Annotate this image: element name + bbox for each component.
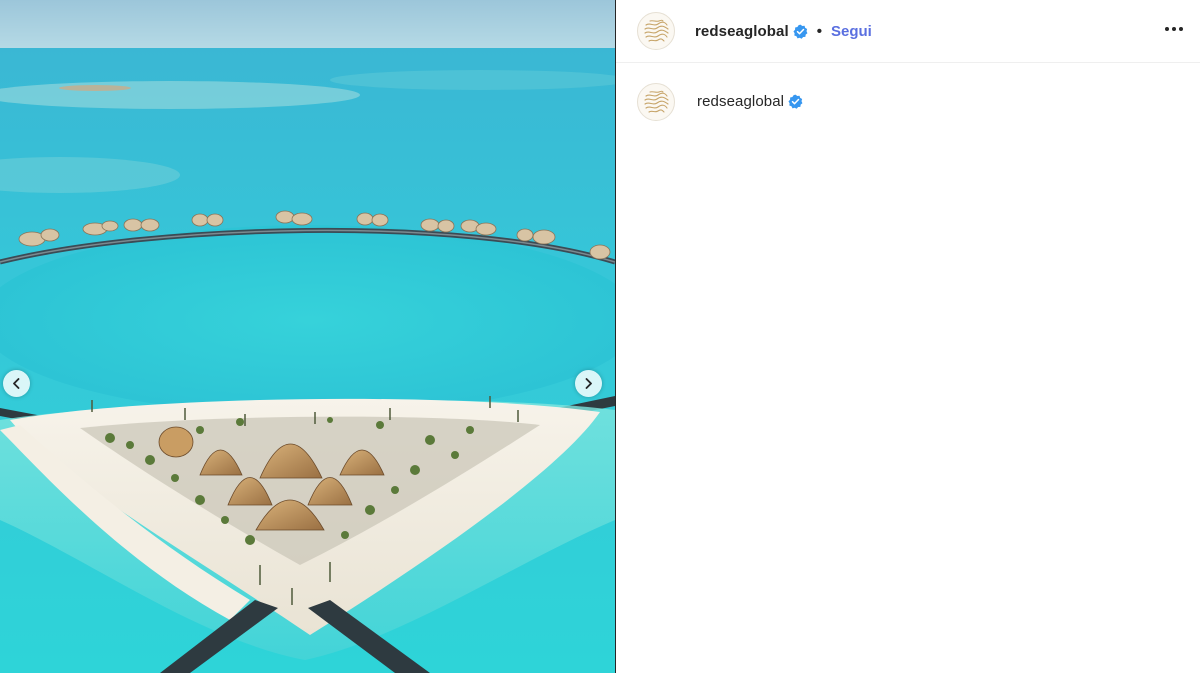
follow-button[interactable]: Segui (831, 23, 872, 40)
redseaglobal-logo-icon (644, 90, 669, 113)
caption-avatar[interactable] (637, 83, 675, 121)
instagram-post: redseaglobal • Segui redseaglobal (0, 0, 1200, 673)
more-options-button[interactable] (1163, 18, 1185, 40)
post-media[interactable] (0, 0, 615, 673)
post-header: redseaglobal • Segui (616, 0, 1200, 63)
previous-photo-button[interactable] (3, 370, 30, 397)
chevron-left-icon (13, 378, 20, 389)
caption-name-wrap: redseaglobal (675, 83, 803, 110)
avatar[interactable] (637, 12, 675, 50)
header-separator: • (816, 22, 822, 40)
chevron-right-icon (585, 378, 592, 389)
next-photo-button[interactable] (575, 370, 602, 397)
caption-username[interactable]: redseaglobal (697, 93, 784, 110)
aerial-resort-photo (0, 0, 615, 673)
verified-badge-icon (793, 24, 808, 39)
caption: redseaglobal (616, 63, 1200, 121)
verified-badge-icon (788, 94, 803, 109)
header-username[interactable]: redseaglobal (695, 23, 789, 40)
more-options-icon (1165, 27, 1183, 31)
redseaglobal-logo-icon (644, 19, 669, 42)
post-side-panel: redseaglobal • Segui redseaglobal (616, 0, 1200, 673)
